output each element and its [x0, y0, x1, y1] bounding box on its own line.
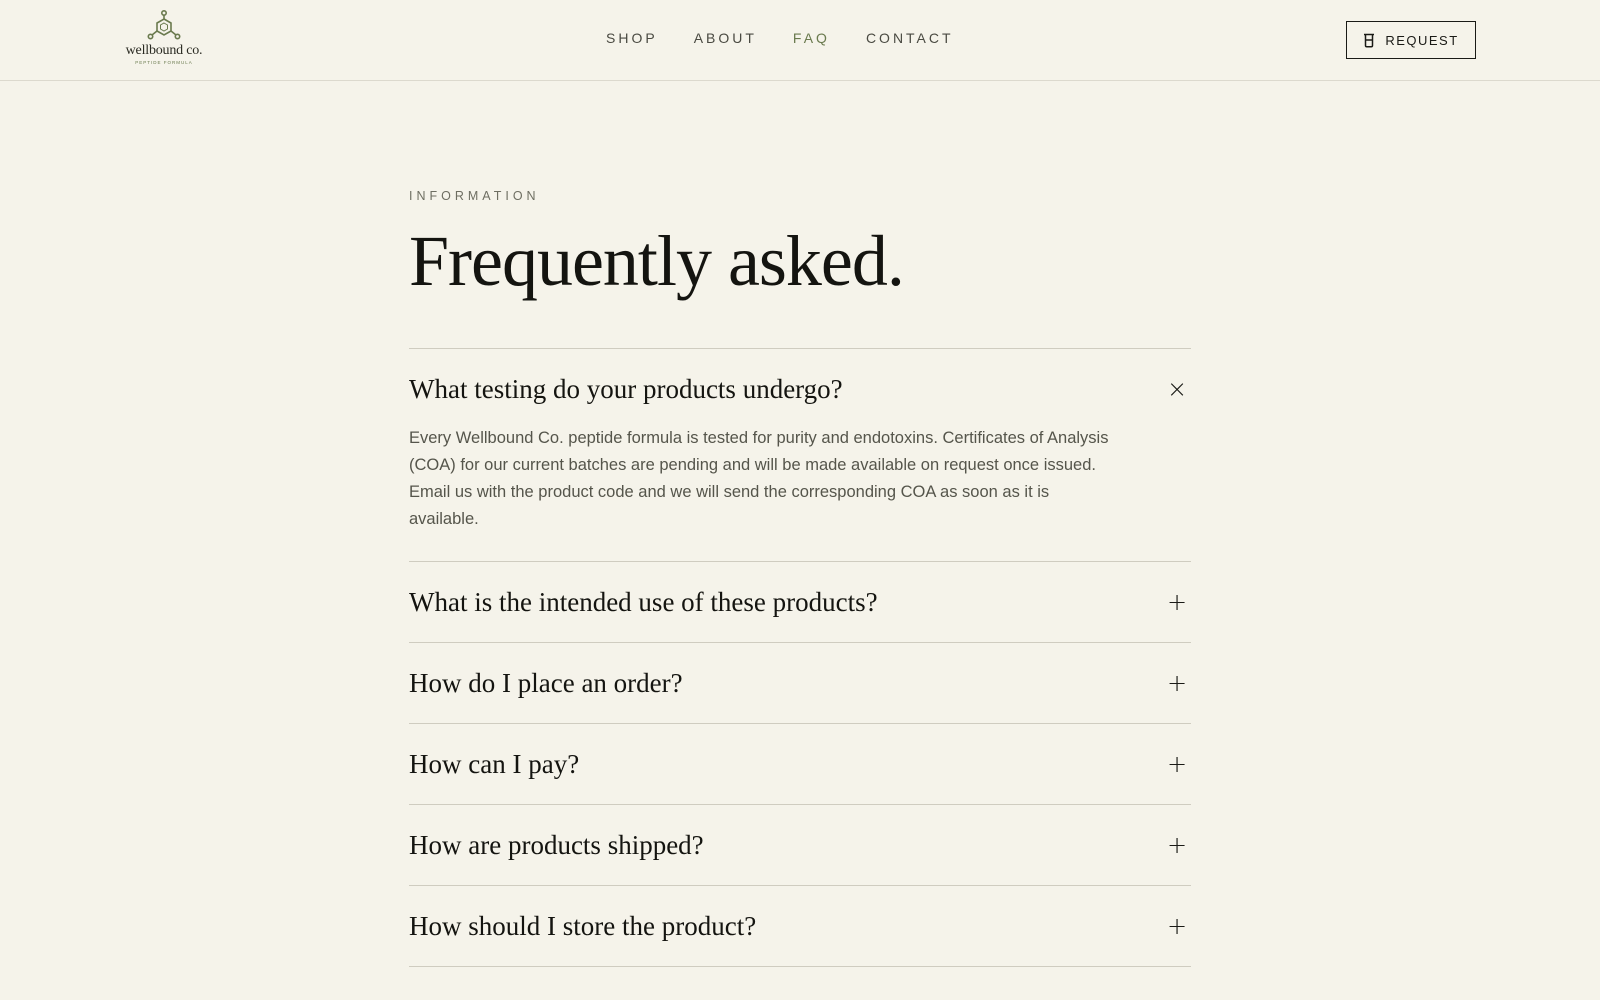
request-button-label: REQUEST [1385, 32, 1459, 48]
faq-item: How should I store the product? + [409, 886, 1191, 967]
brand-tagline: PEPTIDE FORMULA [135, 60, 193, 65]
plus-icon[interactable]: + [1165, 750, 1189, 778]
faq-question: What testing do your products undergo? [409, 373, 843, 404]
section-eyebrow: INFORMATION [409, 189, 540, 203]
page-title: Frequently asked. [409, 221, 905, 301]
brand-name: wellbound co. [125, 43, 203, 58]
faq-question-row[interactable]: What testing do your products undergo? × [409, 349, 1191, 429]
faq-question: What is the intended use of these produc… [409, 586, 878, 617]
plus-icon[interactable]: + [1165, 831, 1189, 859]
faq-item: How are products shipped? + [409, 805, 1191, 886]
nav-item-shop[interactable]: SHOP [606, 30, 658, 46]
plus-icon[interactable]: + [1165, 912, 1189, 940]
faq-question: How do I place an order? [409, 667, 683, 698]
request-button[interactable]: REQUEST [1346, 21, 1476, 59]
faq-question-row[interactable]: How can I pay? + [409, 724, 1191, 804]
faq-item: What testing do your products undergo? ×… [409, 349, 1191, 562]
main-nav: SHOP ABOUT FAQ CONTACT [606, 30, 954, 46]
faq-question-row[interactable]: What is the intended use of these produc… [409, 562, 1191, 642]
close-icon[interactable]: × [1165, 375, 1189, 403]
faq-question-row[interactable]: How are products shipped? + [409, 805, 1191, 885]
vial-icon [1364, 33, 1375, 48]
faq-question-row[interactable]: How should I store the product? + [409, 886, 1191, 966]
nav-item-about[interactable]: ABOUT [694, 30, 757, 46]
faq-question-row[interactable]: How do I place an order? + [409, 643, 1191, 723]
site-header: wellbound co. PEPTIDE FORMULA SHOP ABOUT… [0, 0, 1600, 81]
faq-answer: Every Wellbound Co. peptide formula is t… [409, 429, 1109, 528]
faq-item: What is the intended use of these produc… [409, 562, 1191, 643]
plus-icon[interactable]: + [1165, 588, 1189, 616]
faq-question: How are products shipped? [409, 829, 704, 860]
nav-item-contact[interactable]: CONTACT [866, 30, 954, 46]
faq-item: How do I place an order? + [409, 643, 1191, 724]
molecule-icon [147, 10, 181, 40]
nav-item-faq[interactable]: FAQ [793, 30, 830, 46]
plus-icon[interactable]: + [1165, 669, 1189, 697]
faq-question: How can I pay? [409, 748, 580, 779]
brand-logo[interactable]: wellbound co. PEPTIDE FORMULA [118, 10, 210, 70]
faq-question: How should I store the product? [409, 910, 757, 941]
faq-item: How can I pay? + [409, 724, 1191, 805]
faq-list: What testing do your products undergo? ×… [409, 348, 1191, 967]
